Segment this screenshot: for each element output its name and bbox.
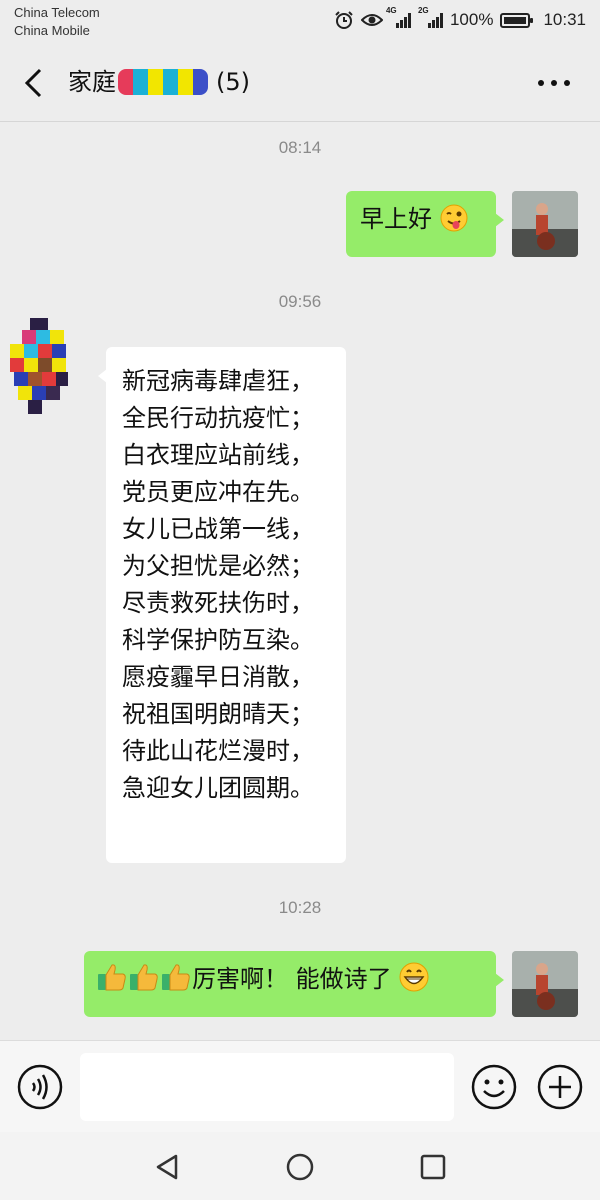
thumbs-up-emoji bbox=[162, 964, 190, 991]
redacted-name bbox=[118, 69, 208, 95]
poem-line: 为父担忧是必然； bbox=[122, 552, 314, 580]
input-bar bbox=[0, 1040, 600, 1132]
emoji-icon[interactable] bbox=[470, 1063, 518, 1111]
more-icon[interactable] bbox=[538, 80, 570, 88]
alarm-icon bbox=[335, 11, 353, 29]
status-icons: 4G 2G 100% 10:31 bbox=[334, 6, 586, 32]
poem-line: 急迎女儿团圆期。 bbox=[122, 774, 314, 802]
thumbs-up-emoji bbox=[98, 964, 126, 991]
poem-line: 科学保护防互染。 bbox=[122, 626, 314, 654]
status-bar: China Telecom China Mobile 4G 2G 100% 10… bbox=[0, 0, 600, 44]
battery-percent: 100% bbox=[449, 10, 494, 29]
chat-header: 家庭 (5) bbox=[0, 44, 600, 122]
nav-back-icon[interactable] bbox=[150, 1150, 184, 1184]
avatar-self[interactable] bbox=[512, 191, 578, 257]
carrier-info: China Telecom China Mobile bbox=[14, 4, 100, 40]
network-type-2: 2G bbox=[417, 6, 429, 15]
poem-line: 尽责救死扶伤时， bbox=[122, 589, 314, 617]
back-icon[interactable] bbox=[20, 66, 48, 100]
message-text: 厉害啊！ 能做诗了 bbox=[192, 965, 392, 993]
poem-line: 新冠病毒肆虐狂， bbox=[122, 367, 314, 395]
plus-icon[interactable] bbox=[536, 1063, 584, 1111]
chat-title: 家庭 (5) bbox=[68, 64, 250, 100]
message-text: 早上好 bbox=[360, 205, 432, 233]
message-input[interactable] bbox=[80, 1053, 454, 1121]
grinning-emoji bbox=[399, 962, 429, 992]
poem-line: 祝祖国明朗晴天； bbox=[122, 700, 314, 728]
message-bubble-sent[interactable]: 早上好 bbox=[346, 191, 504, 257]
chat-title-text: 家庭 bbox=[68, 68, 116, 96]
nav-recents-icon[interactable] bbox=[416, 1150, 450, 1184]
network-type-1: 4G bbox=[385, 6, 397, 15]
message-bubble-sent[interactable]: 厉害啊！ 能做诗了 bbox=[84, 951, 504, 1017]
carrier-1: China Telecom bbox=[14, 5, 100, 20]
timestamp: 08:14 bbox=[278, 138, 322, 157]
poem-line: 全民行动抗疫忙； bbox=[122, 404, 314, 432]
thumbs-up-emoji bbox=[130, 964, 158, 991]
system-nav-bar bbox=[0, 1132, 600, 1200]
timestamp: 09:56 bbox=[278, 292, 322, 311]
poem-line: 女儿已战第一线， bbox=[122, 515, 314, 543]
poem-line: 党员更应冲在先。 bbox=[122, 478, 314, 506]
poem-line: 白衣理应站前线， bbox=[122, 441, 314, 469]
clock: 10:31 bbox=[543, 10, 586, 29]
avatar-self[interactable] bbox=[512, 951, 578, 1017]
eye-icon bbox=[360, 14, 383, 26]
avatar-sender[interactable] bbox=[8, 318, 74, 426]
signal-icon-1: 4G bbox=[386, 6, 411, 28]
poem-line: 待此山花烂漫时， bbox=[122, 737, 314, 765]
message-bubble-received[interactable]: 新冠病毒肆虐狂， 全民行动抗疫忙； 白衣理应站前线， 党员更应冲在先。 女儿已战… bbox=[98, 347, 346, 863]
battery-icon bbox=[500, 12, 534, 28]
nav-home-icon[interactable] bbox=[283, 1150, 317, 1184]
voice-icon[interactable] bbox=[16, 1063, 64, 1111]
carrier-2: China Mobile bbox=[14, 23, 90, 38]
winking-tongue-emoji bbox=[440, 204, 468, 232]
timestamp: 10:28 bbox=[278, 898, 322, 917]
poem-line: 愿疫霾早日消散， bbox=[122, 663, 314, 691]
member-count: (5) bbox=[216, 68, 250, 96]
signal-icon-2: 2G bbox=[418, 6, 443, 28]
